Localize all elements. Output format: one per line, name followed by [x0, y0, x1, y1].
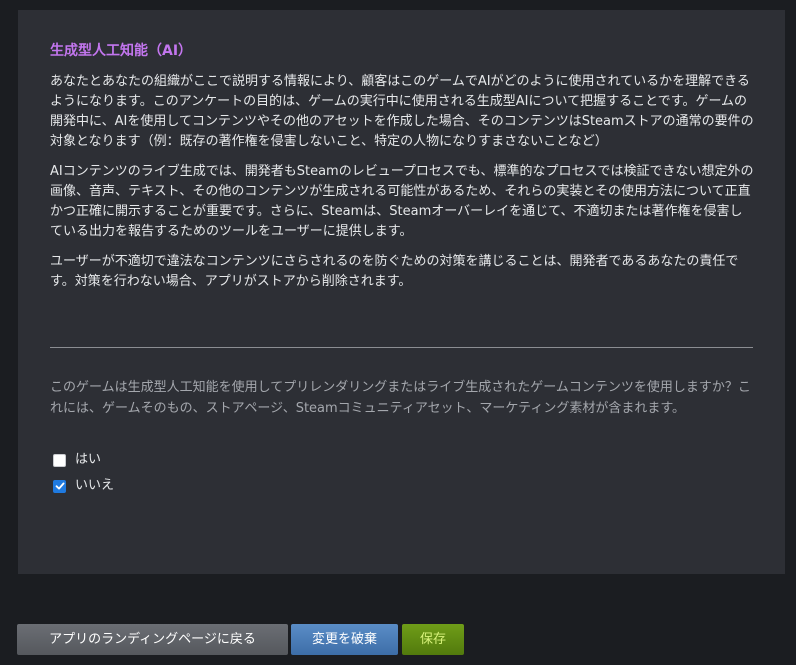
app-settings-page: 生成型人工知能（AI） あなたとあなたの組織がここで説明する情報により、顧客はこ… [0, 0, 796, 665]
option-no-label: いいえ [75, 478, 115, 493]
section-title: 生成型人工知能（AI） [50, 43, 193, 59]
section-description: あなたとあなたの組織がここで説明する情報により、顧客はこのゲームでAIがどのよう… [50, 72, 755, 302]
ai-disclosure-panel: 生成型人工知能（AI） あなたとあなたの組織がここで説明する情報により、顧客はこ… [18, 10, 785, 574]
option-no[interactable]: いいえ [53, 477, 114, 495]
option-yes-label: はい [75, 452, 102, 467]
description-paragraph: ユーザーが不適切で違法なコンテンツにさらされるのを防ぐための対策を講じることは、… [50, 254, 739, 289]
discard-changes-button[interactable]: 変更を破棄 [291, 624, 398, 655]
option-yes[interactable]: はい [53, 451, 101, 469]
description-paragraph: AIコンテンツのライブ生成では、開発者もSteamのレビュープロセスでも、標準的… [50, 164, 754, 239]
checkbox-yes[interactable] [53, 453, 66, 467]
checkmark-icon [55, 482, 64, 490]
ai-usage-question: このゲームは生成型人工知能を使用してプリレンダリングまたはライブ生成されたゲーム… [50, 380, 751, 416]
description-paragraph: あなたとあなたの組織がここで説明する情報により、顧客はこのゲームでAIがどのよう… [50, 74, 754, 149]
checkbox-no[interactable] [53, 479, 66, 493]
section-divider [50, 347, 753, 348]
save-button[interactable]: 保存 [402, 624, 464, 655]
back-to-landing-button[interactable]: アプリのランディングページに戻る [17, 624, 288, 655]
